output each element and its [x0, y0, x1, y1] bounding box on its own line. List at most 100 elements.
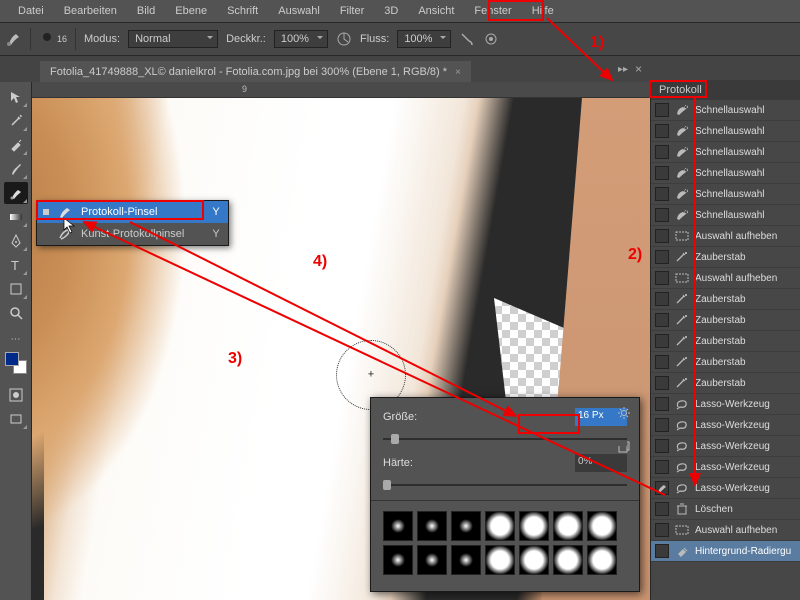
history-source-checkbox[interactable] — [655, 481, 669, 495]
menu-hilfe[interactable]: Hilfe — [522, 2, 564, 20]
history-brush-tool[interactable] — [4, 182, 28, 204]
history-state[interactable]: Lasso-Werkzeug — [651, 394, 800, 415]
history-state[interactable]: Zauberstab — [651, 352, 800, 373]
menu-filter[interactable]: Filter — [330, 2, 374, 20]
close-panel-icon[interactable]: × — [635, 62, 642, 76]
screen-mode-button[interactable] — [4, 408, 28, 430]
history-source-checkbox[interactable] — [655, 250, 669, 264]
history-state[interactable]: Schnellauswahl — [651, 163, 800, 184]
menu-fenster[interactable]: Fenster — [464, 2, 521, 20]
brush-tip[interactable] — [383, 545, 413, 575]
brush-tip[interactable] — [519, 511, 549, 541]
gear-icon[interactable] — [617, 406, 631, 420]
brush-tip[interactable] — [417, 511, 447, 541]
history-state[interactable]: Zauberstab — [651, 289, 800, 310]
eyedropper-tool[interactable] — [4, 134, 28, 156]
brush-tip[interactable] — [485, 511, 515, 541]
brush-tip[interactable] — [451, 545, 481, 575]
brush-preview-icon[interactable] — [39, 31, 55, 47]
quick-mask-button[interactable] — [4, 384, 28, 406]
history-brush-icon[interactable] — [6, 31, 22, 47]
history-source-checkbox[interactable] — [655, 460, 669, 474]
pressure-opacity-icon[interactable] — [336, 31, 352, 47]
brush-tip[interactable] — [553, 511, 583, 541]
menu-bild[interactable]: Bild — [127, 2, 165, 20]
menu-bearbeiten[interactable]: Bearbeiten — [54, 2, 127, 20]
flow-dropdown[interactable]: 100% — [397, 30, 451, 48]
move-tool[interactable] — [4, 86, 28, 108]
shape-tool[interactable] — [4, 278, 28, 300]
history-source-checkbox[interactable] — [655, 544, 669, 558]
history-source-checkbox[interactable] — [655, 229, 669, 243]
history-source-checkbox[interactable] — [655, 355, 669, 369]
brush-size-slider[interactable] — [383, 432, 627, 446]
history-source-checkbox[interactable] — [655, 397, 669, 411]
history-source-checkbox[interactable] — [655, 502, 669, 516]
history-state[interactable]: Zauberstab — [651, 310, 800, 331]
history-source-checkbox[interactable] — [655, 523, 669, 537]
menu-3d[interactable]: 3D — [374, 2, 408, 20]
history-state[interactable]: Zauberstab — [651, 247, 800, 268]
history-source-checkbox[interactable] — [655, 145, 669, 159]
pen-tool[interactable] — [4, 230, 28, 252]
history-panel-title[interactable]: Protokoll — [651, 80, 800, 100]
history-state[interactable]: Lasso-Werkzeug — [651, 415, 800, 436]
menu-ebene[interactable]: Ebene — [165, 2, 217, 20]
brush-tip[interactable] — [451, 511, 481, 541]
history-source-checkbox[interactable] — [655, 376, 669, 390]
history-state[interactable]: Zauberstab — [651, 331, 800, 352]
history-state[interactable]: Schnellauswahl — [651, 142, 800, 163]
ellipsis-icon[interactable]: ⋯ — [4, 330, 28, 348]
brush-tip[interactable] — [383, 511, 413, 541]
history-source-checkbox[interactable] — [655, 187, 669, 201]
magic-wand-tool[interactable] — [4, 110, 28, 132]
history-state[interactable]: Auswahl aufheben — [651, 520, 800, 541]
history-state[interactable]: Schnellauswahl — [651, 205, 800, 226]
history-state[interactable]: Lasso-Werkzeug — [651, 436, 800, 457]
history-state[interactable]: Auswahl aufheben — [651, 226, 800, 247]
history-state[interactable]: Schnellauswahl — [651, 100, 800, 121]
brush-tip[interactable] — [417, 545, 447, 575]
history-state[interactable]: Schnellauswahl — [651, 121, 800, 142]
airbrush-icon[interactable] — [459, 31, 475, 47]
type-tool[interactable]: T — [4, 254, 28, 276]
history-source-checkbox[interactable] — [655, 103, 669, 117]
history-source-checkbox[interactable] — [655, 313, 669, 327]
menu-auswahl[interactable]: Auswahl — [268, 2, 330, 20]
brush-tip[interactable] — [519, 545, 549, 575]
history-source-checkbox[interactable] — [655, 271, 669, 285]
history-state[interactable]: Hintergrund-Radiergu — [651, 541, 800, 562]
history-source-checkbox[interactable] — [655, 208, 669, 222]
brush-hardness-slider[interactable] — [383, 478, 627, 492]
menu-datei[interactable]: Datei — [8, 2, 54, 20]
history-state[interactable]: Auswahl aufheben — [651, 268, 800, 289]
brush-tip-grid[interactable] — [383, 507, 627, 575]
color-swatches[interactable] — [5, 352, 27, 374]
history-source-checkbox[interactable] — [655, 166, 669, 180]
history-state[interactable]: Lasso-Werkzeug — [651, 478, 800, 499]
gradient-tool[interactable] — [4, 206, 28, 228]
history-state[interactable]: Löschen — [651, 499, 800, 520]
zoom-tool[interactable] — [4, 302, 28, 324]
pressure-size-icon[interactable] — [483, 31, 499, 47]
brush-tip[interactable] — [587, 545, 617, 575]
document-tab[interactable]: Fotolia_41749888_XL© danielkrol - Fotoli… — [40, 61, 471, 82]
collapse-panels-icon[interactable]: ▸▸ — [618, 64, 628, 75]
history-state[interactable]: Schnellauswahl — [651, 184, 800, 205]
menu-ansicht[interactable]: Ansicht — [408, 2, 464, 20]
history-source-checkbox[interactable] — [655, 124, 669, 138]
history-state[interactable]: Zauberstab — [651, 373, 800, 394]
history-state[interactable]: Lasso-Werkzeug — [651, 457, 800, 478]
brush-tip[interactable] — [553, 545, 583, 575]
close-tab-icon[interactable]: × — [455, 67, 461, 78]
blend-mode-dropdown[interactable]: Normal — [128, 30, 218, 48]
history-source-checkbox[interactable] — [655, 334, 669, 348]
brush-tip[interactable] — [587, 511, 617, 541]
history-source-checkbox[interactable] — [655, 439, 669, 453]
history-source-checkbox[interactable] — [655, 418, 669, 432]
brush-tool[interactable] — [4, 158, 28, 180]
brush-tip[interactable] — [485, 545, 515, 575]
brush-hardness-input[interactable]: 0% — [575, 454, 627, 472]
history-source-checkbox[interactable] — [655, 292, 669, 306]
menu-schrift[interactable]: Schrift — [217, 2, 268, 20]
